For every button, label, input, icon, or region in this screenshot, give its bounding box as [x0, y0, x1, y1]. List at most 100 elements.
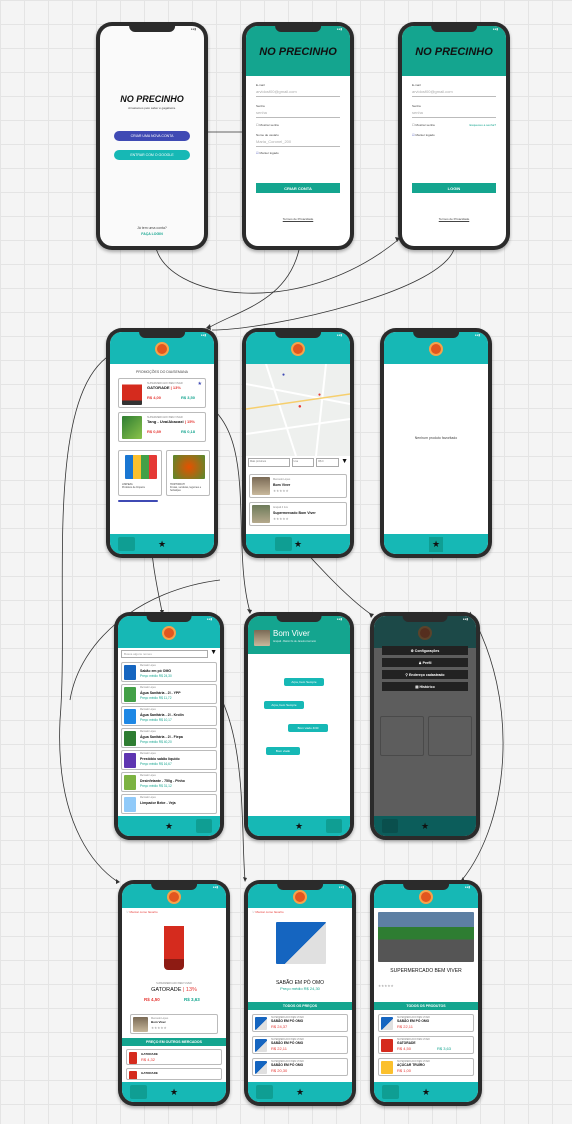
map-view[interactable]: ● ● ● — [246, 363, 350, 457]
star-icon[interactable]: ★ — [421, 821, 429, 832]
password-field[interactable]: senha — [256, 110, 340, 118]
star-icon[interactable]: ★ — [295, 821, 303, 832]
tab-map[interactable] — [146, 819, 162, 833]
tab-home[interactable] — [118, 537, 135, 551]
tab-home[interactable] — [130, 1085, 147, 1099]
tab-menu[interactable] — [325, 819, 343, 833]
menu-history[interactable]: ▤ Histórico — [382, 682, 468, 691]
product-filter[interactable]: Uva — [291, 458, 315, 467]
tab-map[interactable] — [151, 1085, 168, 1099]
password-field[interactable]: senha — [412, 110, 496, 118]
search-result-row[interactable]: Mercado Lopes Desinfetante - 750g - Pinho… — [121, 772, 217, 792]
tab-map[interactable] — [403, 1085, 420, 1099]
tab-menu[interactable] — [453, 1085, 470, 1099]
tab-map[interactable] — [274, 537, 292, 551]
distance-filter[interactable]: Mais próximos — [248, 458, 290, 467]
tab-favorites[interactable] — [431, 819, 447, 833]
search-input[interactable]: Busca alguns nomes — [121, 650, 208, 658]
forgot-password-link[interactable]: Esqueceu a senha? — [469, 123, 496, 128]
star-icon[interactable]: ★ — [294, 539, 302, 550]
tab-home[interactable] — [382, 1085, 399, 1099]
tab-favorites[interactable] — [445, 537, 460, 551]
email-field[interactable]: arvidosf00@gmail.com — [412, 89, 496, 97]
create-account-button[interactable]: CRIAR UMA NOVA CONTA — [114, 131, 190, 141]
star-icon[interactable]: ★ — [165, 821, 173, 832]
filter-icon[interactable]: ▼ — [341, 458, 348, 467]
product-row[interactable]: SUPERMERCADO BEM VIVER SABÃO EM PÓ OMO R$ … — [378, 1014, 474, 1032]
search-result-row[interactable]: Mercado Lopes Limpador Bebe - Veja — [121, 794, 217, 814]
price-filter[interactable]: R$ 0 — [316, 458, 340, 467]
tab-menu[interactable] — [201, 1085, 218, 1099]
store-card[interactable]: Mercado Lopes Bom Viver ★★★★★ — [130, 1014, 218, 1034]
favorite-icon[interactable]: ★ — [198, 381, 202, 387]
star-icon[interactable]: ★ — [158, 539, 166, 550]
store-result[interactable]: Arapuã 4 rios Supermercado Bom Viver ★★★… — [249, 502, 347, 526]
search-result-row[interactable]: Mercado Lopes Água Sanitária - 2l - YPP Pr… — [121, 684, 217, 704]
show-password-checkbox[interactable]: ☐ Mostrar senha — [412, 123, 435, 128]
filter-icon[interactable]: ▼ — [210, 649, 217, 657]
menu-profile[interactable]: ♟ Perfil — [382, 658, 468, 667]
tab-map[interactable] — [411, 537, 426, 551]
price-row[interactable]: SUPERMERCADO BEM VIVER SABÃO EM PÓ OMO R$ … — [252, 1014, 348, 1032]
favorite-toggle[interactable]: ♡ Marcar como favorito — [126, 910, 158, 915]
tab-favorites[interactable] — [168, 537, 185, 551]
tab-menu[interactable] — [327, 1085, 344, 1099]
login-button[interactable]: LOGIN — [412, 183, 496, 193]
tab-home[interactable] — [392, 537, 407, 551]
show-password-checkbox[interactable]: ☐ Mostrar senha — [256, 123, 279, 128]
privacy-terms-link[interactable]: Termos de Privacidade — [246, 217, 350, 222]
tab-menu[interactable] — [325, 537, 342, 551]
tab-favorites[interactable] — [305, 819, 321, 833]
tab-home[interactable] — [256, 1085, 273, 1099]
search-result-row[interactable]: Mercado Lopes Sabão em pó OMO Preço médio … — [121, 662, 217, 682]
create-account-submit-button[interactable]: CRIAR CONTA — [256, 183, 340, 193]
tab-menu[interactable] — [465, 537, 480, 551]
favorite-toggle[interactable]: ♡ Marcar como favorito — [252, 910, 284, 915]
tab-home[interactable] — [126, 819, 142, 833]
login-link[interactable]: FAÇA LOGIN — [100, 232, 204, 236]
tab-favorites[interactable] — [175, 819, 191, 833]
tab-favorites[interactable] — [432, 1085, 449, 1099]
tab-map[interactable] — [139, 537, 156, 551]
map-pin-icon[interactable]: ● — [298, 404, 302, 411]
menu-settings[interactable]: ⚙ Configurações — [382, 646, 468, 655]
product-row[interactable]: SUPERMERCADO BEM VIVER AÇÚCAR TRUÍRO R$ 1,… — [378, 1058, 474, 1076]
search-result-row[interactable]: Mercado Lopes Água Sanitária - 2l - Kroli… — [121, 706, 217, 726]
tab-home[interactable] — [382, 819, 399, 833]
email-field[interactable]: arvidosf00@gmail.com — [256, 89, 340, 97]
map-pin-icon[interactable]: ● — [282, 372, 285, 378]
star-icon[interactable]: ★ — [428, 536, 444, 552]
other-market-row[interactable]: GATORADE — [126, 1068, 222, 1080]
tab-map[interactable] — [276, 819, 292, 833]
tab-home[interactable] — [256, 819, 272, 833]
search-result-row[interactable]: Mercado Lopes Prestóbio sabão líquido Preç… — [121, 750, 217, 770]
promo-card-gatorade[interactable]: SUPERMERCADO BEM VIVER GATORADE | 13% R$… — [118, 378, 206, 408]
menu-address[interactable]: ⚲ Endereço cadastrado — [382, 670, 468, 679]
promo-card-tang[interactable]: SUPERMERCADO BEM VIVER Tang - Uva/Abacax… — [118, 412, 206, 442]
tab-menu[interactable] — [189, 537, 206, 551]
other-market-row[interactable]: GATORADE R$ 4,32 — [126, 1049, 222, 1065]
price-row[interactable]: SUPERMERCADO BEM VIVER SABÃO EM PÓ OMO R$ … — [252, 1036, 348, 1054]
username-field[interactable]: Maria_Coronel_200 — [256, 139, 340, 147]
tab-home[interactable] — [254, 537, 271, 551]
category-produce[interactable]: HORTIFRUTI Frutas, verduras, legumes e h… — [166, 450, 210, 496]
star-icon[interactable]: ★ — [296, 1087, 304, 1098]
star-icon[interactable]: ★ — [170, 1087, 178, 1098]
store-result[interactable]: Mercado Lopes Bom Viver ★★★★★ — [249, 474, 347, 498]
tab-favorites[interactable] — [180, 1085, 197, 1099]
product-row[interactable]: SUPERMERCADO BEM VIVER GATORADE R$ 4,50 R$ … — [378, 1036, 474, 1054]
tab-map[interactable] — [277, 1085, 294, 1099]
google-login-button[interactable]: ENTRAR COM O GOOGLE — [114, 150, 190, 160]
map-pin-icon[interactable]: ● — [318, 392, 321, 398]
privacy-terms-link[interactable]: Termos de Privacidade — [402, 217, 506, 222]
star-icon[interactable]: ★ — [422, 1087, 430, 1098]
tab-favorites[interactable] — [306, 1085, 323, 1099]
category-cleaning[interactable]: LIMPEZA Produtos de limpeza — [118, 450, 162, 496]
keep-logged-checkbox[interactable]: ☑ Manter logado — [412, 133, 435, 138]
keep-logged-checkbox[interactable]: ☑ Manter logado — [256, 151, 279, 156]
tab-menu[interactable] — [452, 819, 468, 833]
price-row[interactable]: SUPERMERCADO BEM VIVER SABÃO EM PÓ OMO R$ … — [252, 1058, 348, 1076]
tab-menu[interactable] — [195, 819, 213, 833]
tab-map[interactable] — [402, 819, 418, 833]
tab-favorites[interactable] — [304, 537, 321, 551]
